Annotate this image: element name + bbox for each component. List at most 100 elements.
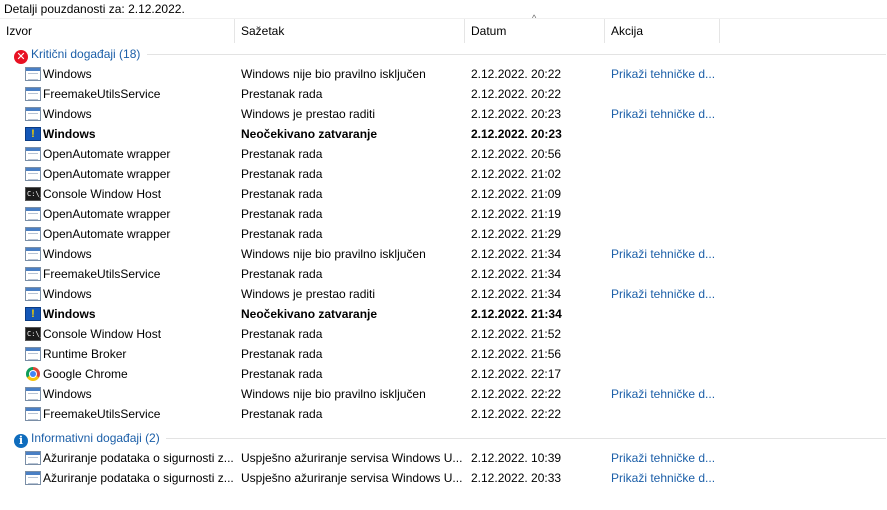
summary-cell: Prestanak rada (241, 327, 323, 341)
table-row[interactable]: Windows Windows nije bio pravilno isključ… (0, 64, 887, 84)
source-cell: OpenAutomate wrapper (43, 167, 171, 181)
column-header-source[interactable]: Izvor (0, 19, 235, 43)
view-technical-details-link[interactable]: Prikaži tehničke d... (611, 448, 717, 468)
app-icon (25, 67, 41, 81)
source-cell: OpenAutomate wrapper (43, 147, 171, 161)
group-critical-events[interactable]: ✕ Kritični događaji (18) (14, 45, 886, 64)
app-icon (25, 87, 41, 101)
date-cell: 2.12.2022. 21:34 (471, 267, 562, 281)
app-icon (25, 267, 41, 281)
summary-cell: Prestanak rada (241, 367, 323, 381)
view-technical-details-link[interactable]: Prikaži tehničke d... (611, 104, 717, 124)
table-row[interactable]: Windows Windows je prestao raditi 2.12.202… (0, 104, 887, 124)
table-row[interactable]: FreemakeUtilsService Prestanak rada 2.12.2… (0, 264, 887, 284)
table-row[interactable]: Ažuriranje podataka o sigurnosti z... Usp… (0, 448, 887, 468)
summary-cell: Windows nije bio pravilno isključen (241, 247, 426, 261)
table-row[interactable]: FreemakeUtilsService Prestanak rada 2.12.2… (0, 404, 887, 424)
app-icon (25, 207, 41, 221)
source-cell: FreemakeUtilsService (43, 267, 161, 281)
table-row[interactable]: C:\_ Console Window Host Prestanak rada 2.1… (0, 184, 887, 204)
table-row[interactable]: Google Chrome Prestanak rada 2.12.2022. 22… (0, 364, 887, 384)
source-cell: Runtime Broker (43, 347, 127, 361)
error-icon: ✕ (14, 50, 28, 64)
summary-cell: Neočekivano zatvaranje (241, 127, 378, 141)
source-cell: Windows (43, 67, 92, 81)
table-row[interactable]: Windows Windows nije bio pravilno isključ… (0, 244, 887, 264)
table-row[interactable]: OpenAutomate wrapper Prestanak rada 2.12.2… (0, 204, 887, 224)
column-header-action[interactable]: Akcija (605, 19, 720, 43)
table-row[interactable]: Windows Neočekivano zatvaranje 2.12.2022. … (0, 124, 887, 144)
view-technical-details-link[interactable]: Prikaži tehničke d... (611, 468, 717, 488)
summary-cell: Neočekivano zatvaranje (241, 307, 378, 321)
summary-cell: Uspješno ažuriranje servisa Windows U... (241, 471, 463, 485)
source-cell: Ažuriranje podataka o sigurnosti z... (43, 471, 233, 485)
source-cell: Windows (43, 247, 92, 261)
app-icon (25, 347, 41, 361)
group-label: Kritični događaji (18) (31, 47, 141, 61)
warning-app-icon (25, 307, 41, 321)
summary-cell: Prestanak rada (241, 267, 323, 281)
app-icon (25, 287, 41, 301)
app-icon (25, 451, 41, 465)
date-cell: 2.12.2022. 20:23 (471, 107, 562, 121)
table-row[interactable]: FreemakeUtilsService Prestanak rada 2.12.2… (0, 84, 887, 104)
summary-cell: Prestanak rada (241, 227, 323, 241)
date-cell: 2.12.2022. 22:22 (471, 407, 562, 421)
table-row[interactable]: Ažuriranje podataka o sigurnosti z... Usp… (0, 468, 887, 488)
source-cell: Windows (43, 287, 92, 301)
summary-cell: Prestanak rada (241, 147, 323, 161)
warning-app-icon (25, 127, 41, 141)
source-cell: FreemakeUtilsService (43, 87, 161, 101)
group-info-events[interactable]: i Informativni događaji (2) (14, 429, 886, 448)
table-row[interactable]: Windows Windows nije bio pravilno isključ… (0, 384, 887, 404)
column-header-summary[interactable]: Sažetak (235, 19, 465, 43)
source-cell: Windows (43, 107, 92, 121)
app-icon (25, 407, 41, 421)
console-icon: C:\_ (25, 187, 44, 201)
app-icon (25, 387, 41, 401)
view-technical-details-link[interactable]: Prikaži tehničke d... (611, 384, 717, 404)
summary-cell: Windows je prestao raditi (241, 107, 376, 121)
view-technical-details-link[interactable]: Prikaži tehničke d... (611, 284, 717, 304)
summary-cell: Prestanak rada (241, 187, 323, 201)
source-cell: FreemakeUtilsService (43, 407, 161, 421)
source-cell: Console Window Host (43, 327, 162, 341)
source-cell: Windows (43, 387, 92, 401)
source-cell: Google Chrome (43, 367, 128, 381)
table-row[interactable]: Windows Windows je prestao raditi 2.12.202… (0, 284, 887, 304)
date-cell: 2.12.2022. 21:34 (471, 247, 562, 261)
table-row[interactable]: OpenAutomate wrapper Prestanak rada 2.12.2… (0, 144, 887, 164)
date-cell: 2.12.2022. 20:22 (471, 87, 562, 101)
date-cell: 2.12.2022. 21:34 (471, 287, 562, 301)
date-cell: 2.12.2022. 20:56 (471, 147, 562, 161)
summary-cell: Prestanak rada (241, 87, 323, 101)
table-row[interactable]: C:\_ Console Window Host Prestanak rada 2.1… (0, 324, 887, 344)
group-divider (147, 54, 886, 55)
date-cell: 2.12.2022. 10:39 (471, 451, 562, 465)
app-icon (25, 471, 41, 485)
summary-cell: Windows je prestao raditi (241, 287, 376, 301)
view-technical-details-link[interactable]: Prikaži tehničke d... (611, 64, 717, 84)
date-cell: 2.12.2022. 21:09 (471, 187, 562, 201)
table-row[interactable]: OpenAutomate wrapper Prestanak rada 2.12.2… (0, 224, 887, 244)
view-technical-details-link[interactable]: Prikaži tehničke d... (611, 244, 717, 264)
summary-cell: Prestanak rada (241, 407, 323, 421)
summary-cell: Prestanak rada (241, 167, 323, 181)
source-cell: OpenAutomate wrapper (43, 227, 171, 241)
date-cell: 2.12.2022. 20:33 (471, 471, 562, 485)
date-cell: 2.12.2022. 22:22 (471, 387, 562, 401)
table-row[interactable]: OpenAutomate wrapper Prestanak rada 2.12.2… (0, 164, 887, 184)
date-cell: 2.12.2022. 20:23 (471, 127, 562, 141)
page-title: Detalji pouzdanosti za: 2.12.2022. (4, 2, 185, 16)
table-row[interactable]: Windows Neočekivano zatvaranje 2.12.2022. … (0, 304, 887, 324)
date-cell: 2.12.2022. 21:02 (471, 167, 562, 181)
summary-cell: Prestanak rada (241, 207, 323, 221)
app-icon (25, 247, 41, 261)
app-icon (25, 147, 41, 161)
table-row[interactable]: Runtime Broker Prestanak rada 2.12.2022. 2… (0, 344, 887, 364)
app-icon (25, 227, 41, 241)
group-label: Informativni događaji (2) (31, 431, 160, 445)
source-cell: Windows (43, 307, 96, 321)
source-cell: OpenAutomate wrapper (43, 207, 171, 221)
console-icon: C:\_ (25, 327, 44, 341)
